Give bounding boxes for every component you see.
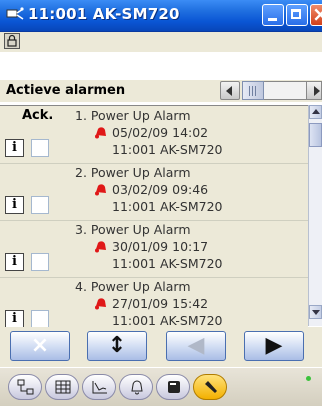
- graph-icon: [92, 381, 107, 394]
- alarm-source: 11:001 AK-SM720: [112, 256, 223, 271]
- nav-manual[interactable]: [156, 374, 190, 400]
- horizontal-scroll-thumb[interactable]: [242, 81, 264, 100]
- bottom-nav: [0, 368, 322, 406]
- ack-checkbox[interactable]: [31, 196, 49, 214]
- alarm-name: 3. Power Up Alarm: [75, 222, 191, 237]
- alarm-datetime: 05/02/09 14:02: [112, 125, 209, 140]
- alarm-source: 11:001 AK-SM720: [112, 313, 223, 327]
- alarm-bell-icon: [95, 127, 106, 139]
- lock-button[interactable]: [4, 33, 20, 49]
- page-title: Actieve alarmen: [6, 83, 126, 98]
- list-item[interactable]: Ack. 1. Power Up Alarm 05/02/09 14:02 11…: [0, 106, 308, 164]
- list-item[interactable]: 3. Power Up Alarm 30/01/09 10:17 11:001 …: [0, 220, 308, 278]
- wrench-icon: [205, 381, 217, 393]
- alarm-name: 1. Power Up Alarm: [75, 108, 191, 123]
- table-icon: [55, 380, 71, 394]
- info-button[interactable]: i: [5, 196, 24, 214]
- minimize-button[interactable]: [262, 4, 284, 26]
- nav-service[interactable]: [193, 374, 227, 400]
- alarm-source: 11:001 AK-SM720: [112, 199, 223, 214]
- nav-network[interactable]: [8, 374, 42, 400]
- nav-alarms[interactable]: [119, 374, 153, 400]
- list-header: Actieve alarmen: [0, 80, 322, 102]
- info-button[interactable]: i: [5, 310, 24, 327]
- status-led: [306, 376, 311, 381]
- info-button[interactable]: i: [5, 253, 24, 271]
- arrow-right-icon: ▶: [265, 333, 283, 358]
- vertical-scroll-thumb[interactable]: [309, 123, 322, 147]
- alarm-name: 4. Power Up Alarm: [75, 279, 191, 294]
- book-icon: [168, 381, 180, 393]
- nav-graph[interactable]: [82, 374, 116, 400]
- vertical-scrollbar[interactable]: [308, 105, 322, 326]
- lock-icon: [7, 34, 17, 47]
- alarm-datetime: 30/01/09 10:17: [112, 239, 209, 254]
- refresh-button[interactable]: ↕: [87, 331, 147, 361]
- bell-icon: [131, 380, 143, 395]
- arrow-left-icon: ◀: [187, 333, 205, 358]
- scroll-up-button[interactable]: [309, 105, 322, 119]
- refresh-icon: ↕: [107, 333, 127, 358]
- close-button[interactable]: [310, 2, 322, 26]
- alarm-datetime: 03/02/09 09:46: [112, 182, 209, 197]
- window-title: 11:001 AK-SM720: [28, 5, 180, 23]
- forward-button[interactable]: ▶: [244, 331, 304, 361]
- alarm-source: 11:001 AK-SM720: [112, 142, 223, 157]
- maximize-button[interactable]: [286, 4, 308, 26]
- network-icon: [6, 7, 24, 20]
- alarm-bell-icon: [95, 298, 106, 310]
- ack-checkbox[interactable]: [31, 139, 49, 157]
- alarm-name: 2. Power Up Alarm: [75, 165, 191, 180]
- scroll-left-button[interactable]: [220, 81, 240, 100]
- title-bar: 11:001 AK-SM720: [0, 0, 322, 32]
- alarm-bell-icon: [95, 241, 106, 253]
- list-item[interactable]: 4. Power Up Alarm 27/01/09 15:42 11:001 …: [0, 277, 308, 327]
- close-icon: ×: [30, 333, 50, 358]
- alarm-datetime: 27/01/09 15:42: [112, 296, 209, 311]
- ack-checkbox[interactable]: [31, 310, 49, 327]
- horizontal-scrollbar[interactable]: [220, 81, 322, 101]
- network-tree-icon: [17, 379, 34, 395]
- nav-table[interactable]: [45, 374, 79, 400]
- alarm-bell-icon: [95, 184, 106, 196]
- ack-column-label: Ack.: [22, 108, 54, 123]
- action-bar: × ↕ ◀ ▶: [0, 327, 322, 367]
- scroll-down-button[interactable]: [309, 305, 322, 319]
- info-button[interactable]: i: [5, 139, 24, 157]
- alarm-list: Ack. 1. Power Up Alarm 05/02/09 14:02 11…: [0, 105, 308, 327]
- toolbar: [0, 32, 322, 52]
- ack-checkbox[interactable]: [31, 253, 49, 271]
- list-item[interactable]: 2. Power Up Alarm 03/02/09 09:46 11:001 …: [0, 163, 308, 221]
- back-button[interactable]: ◀: [166, 331, 226, 361]
- cancel-button[interactable]: ×: [10, 331, 70, 361]
- scroll-right-button[interactable]: [306, 81, 322, 100]
